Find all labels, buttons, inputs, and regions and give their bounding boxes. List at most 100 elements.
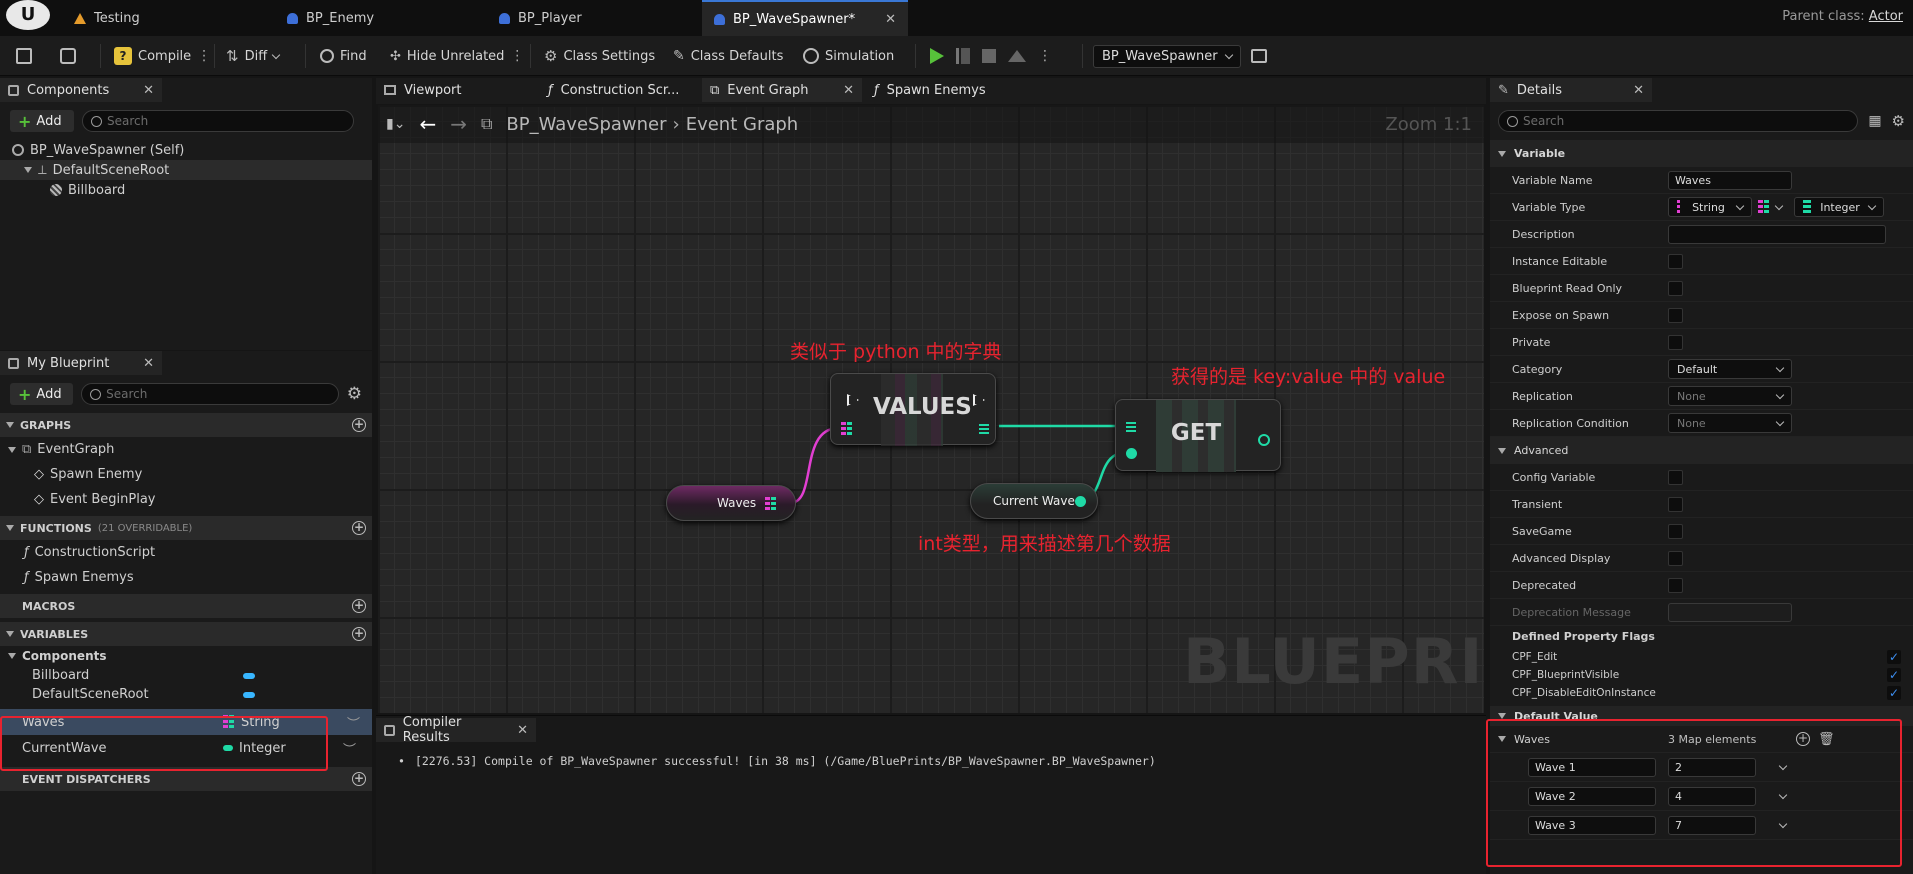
transient-checkbox[interactable] [1668, 496, 1683, 512]
variable-item-defaultsceneroot[interactable]: DefaultSceneRoot [0, 685, 372, 704]
replication-dropdown[interactable]: None [1668, 386, 1792, 406]
exec-out-pin-icon[interactable] [973, 394, 985, 406]
waves-variable-node[interactable]: Waves [666, 485, 796, 521]
save-button[interactable] [16, 44, 32, 68]
index-input-pin-icon[interactable] [1126, 448, 1137, 459]
deprecated-checkbox[interactable] [1668, 577, 1683, 593]
tab-bp-wavespawner[interactable]: BP_WaveSpawner* ✕ [702, 0, 908, 36]
integer-output-pin-icon[interactable] [1075, 496, 1086, 507]
add-macro-icon[interactable]: + [352, 599, 366, 613]
gear-icon[interactable]: ⚙ [347, 384, 362, 404]
close-icon[interactable]: ✕ [843, 83, 854, 98]
play-icon[interactable] [930, 48, 944, 64]
array-output-pin-icon[interactable] [979, 424, 989, 434]
unreal-logo-icon[interactable]: U [6, 0, 50, 30]
current-wave-variable-node[interactable]: Current Wave [970, 483, 1098, 519]
eject-icon[interactable] [1008, 50, 1026, 62]
map-output-pin-icon[interactable] [765, 497, 777, 511]
add-variable-icon[interactable]: + [352, 627, 366, 641]
category-dropdown[interactable]: Default [1668, 359, 1792, 379]
close-icon[interactable]: ✕ [517, 723, 528, 738]
functions-section-header[interactable]: FUNCTIONS (21 OVERRIDABLE) + [0, 516, 372, 540]
function-item-constructionscript[interactable]: ƒ ConstructionScript [0, 540, 372, 565]
chevron-down-icon[interactable] [1774, 201, 1784, 210]
tab-event-graph[interactable]: ⧉ Event Graph ✕ [702, 78, 862, 102]
gear-icon[interactable]: ⚙ [1892, 112, 1905, 130]
map-container-icon[interactable] [1758, 200, 1770, 214]
variable-name-field[interactable]: Waves [1668, 170, 1792, 190]
tree-item-self[interactable]: BP_WaveSpawner (Self) [0, 140, 372, 160]
description-field[interactable] [1668, 224, 1886, 244]
add-component-button[interactable]: + Add [10, 110, 74, 132]
compiler-results-tab[interactable]: Compiler Results ✕ [376, 715, 536, 745]
close-icon[interactable]: ✕ [1633, 83, 1644, 98]
tab-testing[interactable]: Testing [62, 0, 152, 36]
components-search-input[interactable]: Search [82, 110, 354, 132]
compile-options-icon[interactable]: ⋮ [197, 48, 211, 64]
config-variable-checkbox[interactable] [1668, 469, 1683, 485]
savegame-checkbox[interactable] [1668, 523, 1683, 539]
add-dispatcher-icon[interactable]: + [352, 772, 366, 786]
tab-construction-script[interactable]: ƒ Construction Scr... [540, 78, 700, 102]
class-settings-button[interactable]: ⚙ Class Settings [544, 44, 655, 68]
event-item-beginplay[interactable]: ◇ Event BeginPlay [0, 487, 372, 512]
values-node[interactable]: VALUES [830, 373, 996, 446]
hide-unrelated-options-icon[interactable]: ⋮ [510, 48, 524, 64]
variables-section-header[interactable]: VARIABLES + [0, 622, 372, 646]
advanced-section-header[interactable]: Advanced [1490, 437, 1913, 464]
step-icon[interactable] [956, 48, 970, 64]
expand-arrow-icon[interactable] [8, 446, 16, 453]
add-graph-icon[interactable]: + [352, 418, 366, 432]
value-output-pin-icon[interactable] [1258, 434, 1270, 446]
array-input-pin-icon[interactable] [1126, 422, 1136, 432]
variable-section-header[interactable]: Variable [1490, 140, 1913, 167]
details-tab[interactable]: ✎ Details ✕ [1490, 78, 1652, 102]
key-type-dropdown[interactable]: String [1668, 197, 1752, 217]
hide-unrelated-button[interactable]: ✣ Hide Unrelated ⋮ [390, 44, 524, 68]
compile-button[interactable]: ? Compile ⋮ [114, 44, 211, 68]
debug-object-combo[interactable]: BP_WaveSpawner [1093, 44, 1241, 68]
expose-on-spawn-checkbox[interactable] [1668, 307, 1683, 323]
visibility-eye-icon[interactable]: ︶ [347, 713, 360, 732]
my-blueprint-search-input[interactable]: Search [81, 383, 339, 405]
event-item-spawn-enemy[interactable]: ◇ Spawn Enemy [0, 462, 372, 487]
map-input-pin-icon[interactable] [841, 422, 853, 436]
replication-condition-dropdown[interactable]: None [1668, 413, 1792, 433]
table-view-icon[interactable]: ▦ [1868, 113, 1881, 129]
tree-item-defaultsceneroot[interactable]: ⟂ DefaultSceneRoot [0, 160, 372, 180]
variable-group-components[interactable]: Components [0, 646, 372, 666]
tree-item-billboard[interactable]: Billboard [0, 180, 372, 200]
class-defaults-button[interactable]: ✎ Class Defaults [673, 44, 783, 68]
close-icon[interactable]: ✕ [885, 12, 896, 27]
parent-class-link[interactable]: Actor [1869, 9, 1903, 24]
instance-editable-checkbox[interactable] [1668, 253, 1683, 269]
private-checkbox[interactable] [1668, 334, 1683, 350]
debug-browse-icon[interactable] [1250, 49, 1267, 63]
visibility-eye-icon[interactable]: ︶ [343, 739, 356, 758]
close-icon[interactable]: ✕ [143, 83, 154, 98]
expand-arrow-icon[interactable] [24, 167, 32, 173]
variable-item-billboard[interactable]: Billboard [0, 666, 372, 685]
browse-button[interactable] [60, 44, 76, 68]
close-icon[interactable]: ✕ [143, 356, 154, 371]
stop-icon[interactable] [982, 49, 996, 63]
find-button[interactable]: Find [320, 44, 367, 68]
event-graph-canvas[interactable]: ▮⌄ ← → ⧉ BP_WaveSpawner › Event Graph Zo… [378, 105, 1484, 713]
function-item-spawn-enemys[interactable]: ƒ Spawn Enemys [0, 565, 372, 590]
expand-arrow-icon[interactable] [8, 653, 16, 659]
exec-in-pin-icon[interactable] [847, 394, 859, 406]
debug-object-select[interactable]: BP_WaveSpawner [1093, 44, 1267, 68]
graph-item-eventgraph[interactable]: ⧉ EventGraph [0, 437, 372, 462]
tab-bp-player[interactable]: BP_Player [487, 0, 594, 36]
graphs-section-header[interactable]: GRAPHS + [0, 413, 372, 437]
macros-section-header[interactable]: MACROS + [0, 594, 372, 618]
details-search-input[interactable]: Search [1498, 110, 1859, 132]
simulation-button[interactable]: Simulation [803, 44, 894, 68]
value-type-dropdown[interactable]: Integer [1794, 197, 1884, 217]
components-tab[interactable]: Components ✕ [0, 78, 162, 102]
add-member-button[interactable]: + Add [10, 383, 74, 405]
play-options-icon[interactable]: ⋮ [1038, 48, 1052, 64]
tab-viewport[interactable]: Viewport [376, 78, 536, 102]
get-node[interactable]: GET [1115, 399, 1281, 472]
tab-spawn-enemys[interactable]: ƒ Spawn Enemys [866, 78, 1026, 102]
